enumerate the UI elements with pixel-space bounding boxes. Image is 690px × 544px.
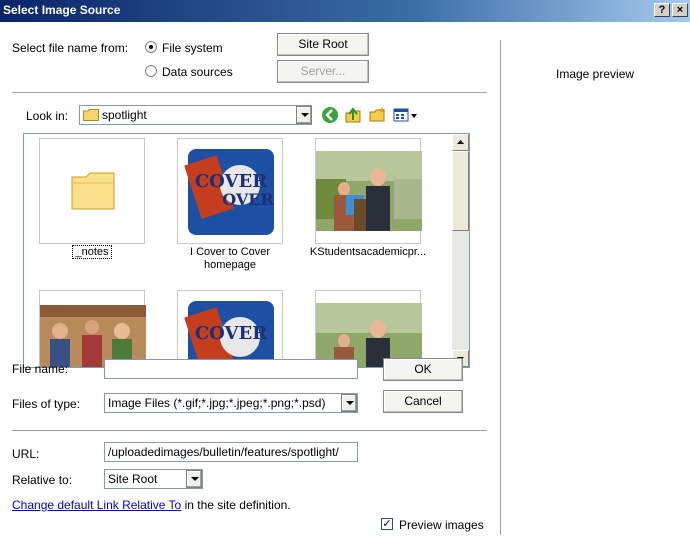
help-button[interactable]: ?: [654, 3, 670, 17]
folder-icon: [83, 109, 99, 121]
preview-images-label[interactable]: Preview images: [399, 518, 484, 532]
file-caption[interactable]: I Cover to Cover homepage: [168, 246, 292, 272]
file-thumb-students[interactable]: [315, 138, 422, 244]
data-sources-radio[interactable]: [145, 65, 157, 77]
file-name-label: File name:: [12, 362, 69, 376]
photo-image-icon: [316, 303, 422, 367]
file-thumb[interactable]: [39, 290, 146, 367]
relative-to-dropdown-arrow[interactable]: [186, 470, 202, 488]
look-in-value: spotlight: [102, 108, 147, 122]
data-sources-label[interactable]: Data sources: [162, 65, 233, 79]
svg-text:OVER: OVER: [222, 190, 274, 209]
scroll-thumb[interactable]: [452, 151, 469, 231]
file-system-label[interactable]: File system: [162, 41, 223, 55]
new-folder-icon[interactable]: [369, 106, 387, 124]
url-label: URL:: [12, 447, 40, 461]
file-thumb-notes[interactable]: [39, 138, 145, 244]
file-caption[interactable]: _notes: [30, 245, 154, 259]
view-menu-icon[interactable]: [393, 106, 419, 124]
relative-to-label: Relative to:: [12, 473, 73, 487]
title-bar: Select Image Source ? ×: [0, 0, 690, 22]
scroll-up-button[interactable]: [452, 134, 469, 151]
file-name-input[interactable]: [104, 359, 358, 379]
look-in-label: Look in:: [26, 109, 69, 123]
url-input[interactable]: /uploadedimages/bulletin/features/spotli…: [104, 442, 358, 462]
close-button[interactable]: ×: [672, 3, 688, 17]
window-title: Select Image Source: [3, 3, 121, 17]
look-in-dropdown-arrow[interactable]: [296, 106, 312, 124]
back-icon[interactable]: [321, 106, 339, 124]
dialog-body: Select file name from: File system Data …: [0, 22, 690, 544]
folder-icon: [70, 171, 116, 214]
cover-image-icon: COVER OVER: [184, 149, 274, 235]
cancel-button[interactable]: Cancel: [383, 390, 463, 413]
file-caption[interactable]: KStudentsacademicpr...: [306, 246, 430, 259]
preview-images-checkbox[interactable]: ✓: [381, 518, 393, 530]
file-thumb-cover[interactable]: COVER OVER: [177, 138, 283, 244]
svg-text:COVER: COVER: [195, 171, 268, 192]
photo-image-icon: [40, 305, 146, 367]
up-folder-icon[interactable]: [344, 106, 362, 124]
preview-divider: [500, 40, 502, 535]
file-thumb[interactable]: [315, 290, 422, 367]
files-of-type-combo[interactable]: Image Files (*.gif;*.jpg;*.jpeg;*.png;*.…: [104, 393, 358, 413]
files-of-type-label: Files of type:: [12, 397, 81, 411]
file-list[interactable]: _notes COVER OVER I Cover to Cover homep…: [23, 133, 470, 368]
separator-top: [12, 92, 487, 94]
footer-text: Change default Link Relative To in the s…: [12, 498, 291, 512]
separator-bottom: [12, 430, 487, 432]
site-root-button[interactable]: Site Root: [277, 33, 369, 56]
change-link-relative-link[interactable]: Change default Link Relative To: [12, 498, 181, 512]
footer-suffix: in the site definition.: [181, 498, 291, 512]
ok-button[interactable]: OK: [383, 358, 463, 381]
look-in-combo[interactable]: spotlight: [79, 105, 312, 125]
file-thumb[interactable]: COVER: [177, 290, 283, 367]
file-system-radio[interactable]: [145, 41, 157, 53]
file-list-scrollbar[interactable]: [452, 134, 469, 367]
cover-image-icon: COVER: [184, 301, 274, 367]
server-button[interactable]: Server...: [277, 60, 369, 83]
select-from-label: Select file name from:: [12, 41, 129, 55]
image-preview-label: Image preview: [556, 67, 635, 81]
photo-image-icon: [316, 151, 422, 231]
files-of-type-dropdown-arrow[interactable]: [341, 394, 357, 412]
svg-text:COVER: COVER: [195, 323, 268, 344]
